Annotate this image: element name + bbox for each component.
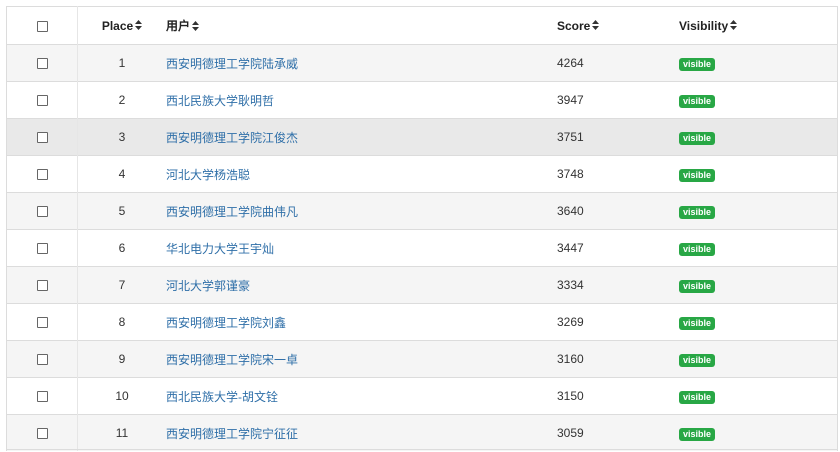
user-link[interactable]: 西安明德理工学院江俊杰: [166, 131, 298, 145]
score-cell: 3447: [557, 229, 679, 267]
user-link[interactable]: 河北大学郭谨豪: [166, 279, 250, 293]
select-all-checkbox[interactable]: [36, 20, 48, 32]
row-checkbox[interactable]: [36, 317, 48, 329]
visibility-badge: visible: [679, 131, 716, 145]
row-checkbox[interactable]: [36, 206, 48, 218]
row-checkbox[interactable]: [36, 428, 48, 440]
visibility-badge: visible: [679, 279, 716, 293]
user-header-label: 用户: [166, 19, 191, 33]
row-checkbox[interactable]: [36, 243, 48, 255]
row-checkbox[interactable]: [36, 95, 48, 107]
score-cell: 3160: [557, 340, 679, 378]
visibility-badge: visible: [679, 94, 716, 108]
table-row: 1 西安明德理工学院陆承威 4264 visible: [6, 44, 838, 82]
select-all-cell: [6, 6, 78, 45]
table-row: 11 西安明德理工学院宁征征 3059 visible: [6, 414, 838, 451]
sort-icon[interactable]: [192, 20, 200, 31]
place-cell: 5: [77, 192, 166, 230]
place-cell: 1: [77, 44, 166, 82]
table-row: 4 河北大学杨浩聪 3748 visible: [6, 155, 838, 193]
visibility-badge: visible: [679, 316, 716, 330]
user-link[interactable]: 西安明德理工学院刘鑫: [166, 316, 286, 330]
visibility-badge: visible: [679, 57, 716, 71]
table-row: 3 西安明德理工学院江俊杰 3751 visible: [6, 118, 838, 156]
visibility-header-label: Visibility: [679, 18, 729, 33]
table-row: 7 河北大学郭谨豪 3334 visible: [6, 266, 838, 304]
row-checkbox[interactable]: [36, 391, 48, 403]
place-cell: 11: [77, 414, 166, 451]
score-cell: 3748: [557, 155, 679, 193]
table-header-row: Place 用户 Score Visibility: [6, 6, 838, 45]
scoreboard-page: Place 用户 Score Visibility 1 西安明德理工学院陆承威 …: [0, 0, 840, 452]
score-cell: 3269: [557, 303, 679, 341]
visibility-badge: visible: [679, 242, 716, 256]
user-link[interactable]: 西安明德理工学院宋一卓: [166, 353, 298, 367]
table-row: 8 西安明德理工学院刘鑫 3269 visible: [6, 303, 838, 341]
place-cell: 7: [77, 266, 166, 304]
row-checkbox[interactable]: [36, 132, 48, 144]
table-row: 6 华北电力大学王宇灿 3447 visible: [6, 229, 838, 267]
score-cell: 3059: [557, 414, 679, 451]
place-cell: 9: [77, 340, 166, 378]
row-checkbox[interactable]: [36, 280, 48, 292]
sort-icon[interactable]: [592, 20, 600, 31]
place-header[interactable]: Place: [77, 6, 166, 45]
user-link[interactable]: 西安明德理工学院宁征征: [166, 427, 298, 441]
place-cell: 6: [77, 229, 166, 267]
row-checkbox[interactable]: [36, 58, 48, 70]
table-bottom-divider: [6, 449, 838, 450]
table-row: 10 西北民族大学-胡文铨 3150 visible: [6, 377, 838, 415]
sort-icon[interactable]: [135, 20, 143, 31]
row-checkbox[interactable]: [36, 169, 48, 181]
visibility-badge: visible: [679, 205, 716, 219]
user-link[interactable]: 河北大学杨浩聪: [166, 168, 250, 182]
user-header[interactable]: 用户: [166, 6, 557, 45]
visibility-badge: visible: [679, 390, 716, 404]
visibility-header[interactable]: Visibility: [679, 6, 838, 45]
user-link[interactable]: 西安明德理工学院陆承威: [166, 57, 298, 71]
user-link[interactable]: 西北民族大学耿明哲: [166, 94, 274, 108]
visibility-badge: visible: [679, 353, 716, 367]
place-cell: 4: [77, 155, 166, 193]
place-header-label: Place: [101, 18, 134, 33]
user-link[interactable]: 西安明德理工学院曲伟凡: [166, 205, 298, 219]
sort-icon[interactable]: [730, 20, 738, 31]
place-cell: 10: [77, 377, 166, 415]
score-cell: 3334: [557, 266, 679, 304]
score-header[interactable]: Score: [557, 6, 679, 45]
score-cell: 4264: [557, 44, 679, 82]
row-checkbox[interactable]: [36, 354, 48, 366]
score-cell: 3947: [557, 81, 679, 119]
place-cell: 3: [77, 118, 166, 156]
scoreboard-table: Place 用户 Score Visibility 1 西安明德理工学院陆承威 …: [6, 6, 838, 451]
place-cell: 8: [77, 303, 166, 341]
table-row: 5 西安明德理工学院曲伟凡 3640 visible: [6, 192, 838, 230]
table-body: 1 西安明德理工学院陆承威 4264 visible 2 西北民族大学耿明哲 3…: [6, 44, 838, 451]
user-link[interactable]: 华北电力大学王宇灿: [166, 242, 274, 256]
score-cell: 3150: [557, 377, 679, 415]
score-header-label: Score: [557, 18, 591, 33]
table-row: 9 西安明德理工学院宋一卓 3160 visible: [6, 340, 838, 378]
user-link[interactable]: 西北民族大学-胡文铨: [166, 390, 278, 404]
table-row: 2 西北民族大学耿明哲 3947 visible: [6, 81, 838, 119]
place-cell: 2: [77, 81, 166, 119]
visibility-badge: visible: [679, 427, 716, 441]
score-cell: 3640: [557, 192, 679, 230]
visibility-badge: visible: [679, 168, 716, 182]
score-cell: 3751: [557, 118, 679, 156]
